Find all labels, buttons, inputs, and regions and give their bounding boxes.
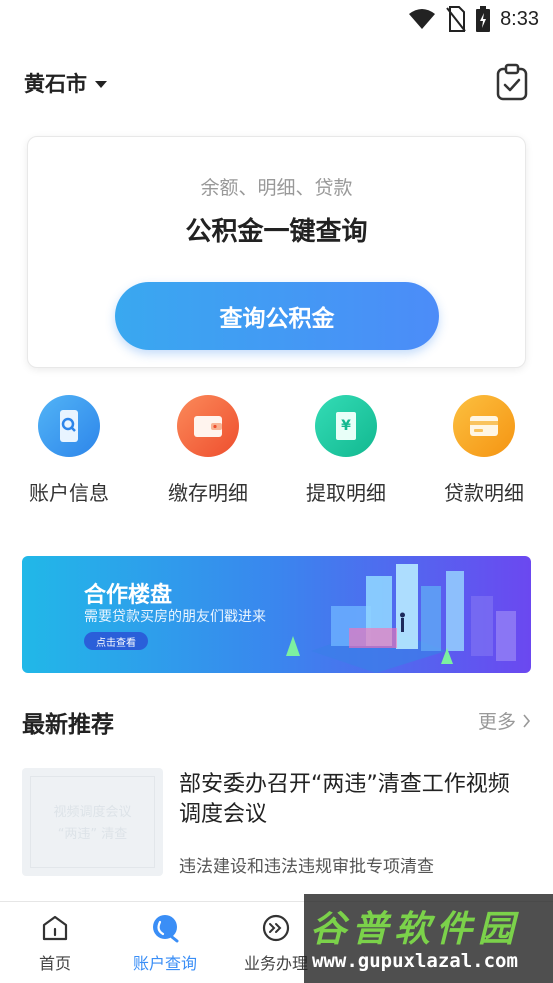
query-card: 余额、明细、贷款 公积金一键查询 查询公积金 bbox=[27, 136, 526, 368]
banner-view-button[interactable]: 点击查看 bbox=[84, 632, 148, 650]
thumbnail-line-1: 视频调度会议 bbox=[53, 805, 132, 820]
watermark: 谷普软件园 www.gupuxlazal.com bbox=[304, 894, 553, 983]
quick-action-label: 缴存明细 bbox=[168, 481, 248, 505]
city-name: 黄石市 bbox=[24, 72, 87, 96]
home-icon bbox=[39, 912, 71, 944]
status-time: 8:33 bbox=[500, 7, 539, 30]
city-selector[interactable]: 黄石市 bbox=[24, 68, 107, 98]
chevron-right-icon bbox=[523, 713, 531, 728]
query-title: 公积金一键查询 bbox=[185, 217, 368, 247]
thumbnail-text: 视频调度会议 “两违” 清查 bbox=[22, 802, 163, 846]
business-icon bbox=[260, 912, 292, 944]
quick-action-label: 贷款明细 bbox=[444, 481, 524, 505]
svg-text:¥: ¥ bbox=[341, 418, 351, 434]
wifi-icon bbox=[409, 9, 436, 29]
news-title: 部安委办召开“两违”清查工作视频调度会议 bbox=[179, 772, 510, 827]
watermark-url: www.gupuxlazal.com bbox=[312, 950, 518, 972]
query-subtitle: 余额、明细、贷款 bbox=[200, 177, 353, 199]
news-list-item[interactable]: 视频调度会议 “两违” 清查 部安委办召开“两违”清查工作视频调度会议 违法建设… bbox=[22, 768, 531, 878]
section-title-latest: 最新推荐 bbox=[22, 712, 114, 738]
quick-action-deposit-detail[interactable]: 缴存明细 bbox=[148, 395, 268, 506]
no-sim-icon bbox=[446, 6, 466, 32]
card-icon bbox=[453, 395, 515, 457]
battery-icon bbox=[476, 6, 491, 32]
news-description: 违法建设和违法违规审批专项清查 bbox=[179, 857, 434, 877]
quick-action-loan-detail[interactable]: 贷款明细 bbox=[424, 395, 544, 506]
partner-properties-banner[interactable]: 合作楼盘 需要贷款买房的朋友们戳进来 点击查看 bbox=[22, 556, 531, 673]
nav-account-query[interactable]: 账户查询 bbox=[115, 912, 215, 974]
status-bar: 8:33 bbox=[0, 0, 553, 40]
status-icons: 8:33 bbox=[408, 6, 539, 32]
quick-actions: 账户信息 缴存明细 ¥ 提取明细 贷款明细 bbox=[0, 395, 553, 515]
banner-title: 合作楼盘 bbox=[84, 583, 173, 608]
caret-down-icon bbox=[95, 80, 107, 88]
quick-action-account-info[interactable]: 账户信息 bbox=[9, 395, 129, 506]
city-buildings-illustration bbox=[286, 564, 516, 673]
nav-label: 账户查询 bbox=[132, 954, 197, 973]
header: 黄石市 bbox=[24, 62, 529, 106]
nav-home[interactable]: 首页 bbox=[5, 912, 105, 974]
wallet-icon bbox=[177, 395, 239, 457]
more-link[interactable]: 更多 bbox=[478, 707, 531, 734]
phone-search-icon bbox=[38, 395, 100, 457]
checkin-clipboard-button[interactable] bbox=[495, 62, 529, 102]
account-query-icon bbox=[149, 912, 181, 944]
more-label: 更多 bbox=[477, 711, 516, 733]
quick-action-label: 账户信息 bbox=[29, 481, 109, 505]
clipboard-check-icon bbox=[496, 63, 528, 101]
quick-action-withdraw-detail[interactable]: ¥ 提取明细 bbox=[286, 395, 406, 506]
nav-label: 首页 bbox=[38, 954, 71, 973]
query-fund-button[interactable]: 查询公积金 bbox=[115, 282, 439, 350]
watermark-logo: 谷普软件园 bbox=[310, 909, 521, 950]
thumbnail-line-2: “两违” 清查 bbox=[57, 827, 128, 842]
news-thumbnail: 视频调度会议 “两违” 清查 bbox=[22, 768, 163, 876]
banner-description: 需要贷款买房的朋友们戳进来 bbox=[84, 609, 266, 625]
yuan-receipt-icon: ¥ bbox=[315, 395, 377, 457]
quick-action-label: 提取明细 bbox=[306, 481, 386, 505]
